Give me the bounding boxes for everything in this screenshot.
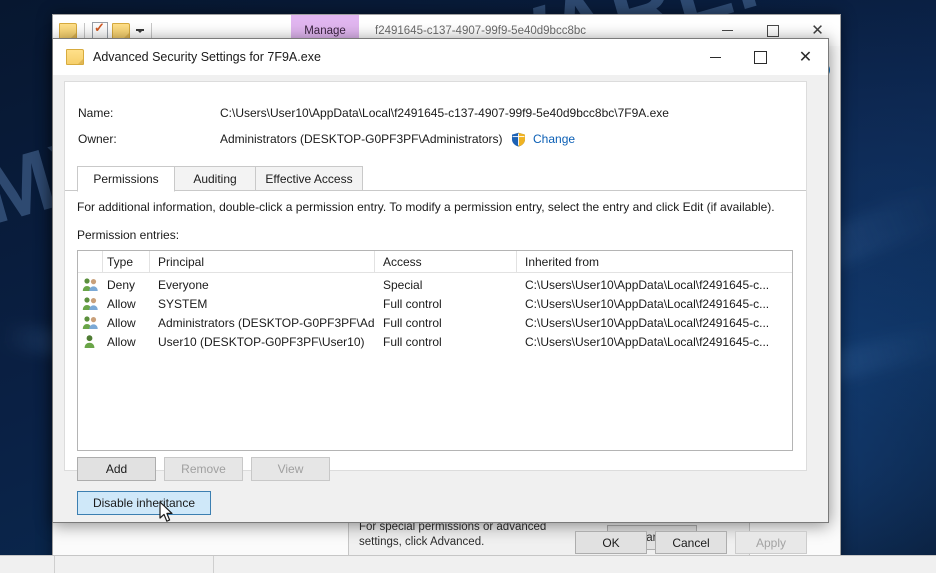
disable-inheritance-button[interactable]: Disable inheritance [77, 491, 211, 515]
cell-access: Full control [383, 315, 442, 330]
background-taskbar-strip [0, 555, 936, 573]
table-row[interactable]: Allow User10 (DESKTOP-G0PF3PF\User10) Fu… [78, 332, 792, 351]
remove-button[interactable]: Remove [164, 457, 243, 481]
cell-access: Full control [383, 296, 442, 311]
hint-line-2: click Advanced. [405, 536, 485, 548]
column-header-type[interactable]: Type [103, 251, 150, 272]
cancel-button[interactable]: Cancel [655, 531, 727, 554]
ok-button[interactable]: OK [575, 531, 647, 554]
table-row[interactable]: Allow Administrators (DESKTOP-G0PF3PF\Ad… [78, 313, 792, 332]
dialog-caption-buttons[interactable]: ✕ [693, 39, 828, 75]
name-value: C:\Users\User10\AppData\Local\f2491645-c… [220, 106, 669, 120]
group-icon [78, 313, 103, 332]
view-button[interactable]: View [251, 457, 330, 481]
cell-inherited-from: C:\Users\User10\AppData\Local\f2491645-c… [525, 334, 770, 349]
dialog-content: Name: C:\Users\User10\AppData\Local\f249… [64, 81, 807, 515]
cell-access: Full control [383, 334, 442, 349]
folder-icon[interactable] [59, 22, 77, 39]
column-header-access[interactable]: Access [375, 251, 517, 272]
group-icon [78, 294, 103, 313]
background-properties-hint: For special permissions or advanced sett… [359, 520, 591, 550]
toolbar-divider [151, 23, 152, 38]
folder-icon [66, 49, 84, 65]
permission-entries-label: Permission entries: [77, 228, 180, 242]
dialog-titlebar[interactable]: Advanced Security Settings for 7F9A.exe … [53, 39, 828, 76]
toolbar-divider [84, 23, 85, 38]
tab-auditing[interactable]: Auditing [173, 166, 257, 190]
table-row[interactable]: Deny Everyone Special C:\Users\User10\Ap… [78, 275, 792, 294]
properties-icon[interactable] [92, 20, 108, 40]
cell-access: Special [383, 277, 423, 292]
cell-principal: User10 (DESKTOP-G0PF3PF\User10) [158, 334, 365, 349]
column-header-principal[interactable]: Principal [150, 251, 375, 272]
cell-type: Deny [107, 277, 136, 292]
tab-permissions[interactable]: Permissions [77, 166, 175, 192]
close-icon[interactable]: ✕ [783, 39, 828, 75]
owner-value: Administrators (DESKTOP-G0PF3PF\Administ… [220, 132, 503, 146]
cell-inherited-from: C:\Users\User10\AppData\Local\f2491645-c… [525, 277, 770, 292]
screen: MYANTISPYWARE.COM Manage f2491645-c137-4… [0, 0, 936, 573]
dialog-tabs[interactable]: Permissions Auditing Effective Access [65, 166, 806, 192]
table-header-row[interactable]: Type Principal Access Inherited from [78, 251, 792, 273]
maximize-icon[interactable] [738, 39, 783, 75]
advanced-security-settings-dialog[interactable]: Advanced Security Settings for 7F9A.exe … [52, 38, 829, 554]
chevron-down-icon[interactable] [136, 28, 144, 33]
cell-type: Allow [107, 296, 136, 311]
cell-type: Allow [107, 334, 136, 349]
dialog-title: Advanced Security Settings for 7F9A.exe [93, 50, 321, 64]
apply-button[interactable]: Apply [735, 531, 807, 554]
add-button[interactable]: Add [77, 457, 156, 481]
permission-entries-list[interactable]: Type Principal Access Inherited from Den… [77, 250, 793, 451]
cell-type: Allow [107, 315, 136, 330]
info-text: For additional information, double-click… [77, 200, 775, 214]
cell-principal: Everyone [158, 277, 209, 292]
column-header-icon[interactable] [78, 251, 103, 272]
quick-access-toolbar[interactable] [53, 20, 155, 40]
column-header-inherited-from[interactable]: Inherited from [517, 251, 789, 272]
table-row[interactable]: Allow SYSTEM Full control C:\Users\User1… [78, 294, 792, 313]
group-icon [78, 275, 103, 294]
change-owner-link[interactable]: Change [533, 132, 575, 146]
folder-icon[interactable] [112, 22, 130, 39]
name-label: Name: [78, 106, 114, 120]
tab-effective-access[interactable]: Effective Access [255, 166, 363, 190]
cell-principal: Administrators (DESKTOP-G0PF3PF\Admini..… [158, 315, 375, 330]
uac-shield-icon [511, 132, 526, 147]
cell-principal: SYSTEM [158, 296, 208, 311]
minimize-icon[interactable] [693, 39, 738, 75]
user-icon [78, 332, 103, 351]
cell-inherited-from: C:\Users\User10\AppData\Local\f2491645-c… [525, 296, 770, 311]
cell-inherited-from: C:\Users\User10\AppData\Local\f2491645-c… [525, 315, 770, 330]
owner-label: Owner: [78, 132, 117, 146]
